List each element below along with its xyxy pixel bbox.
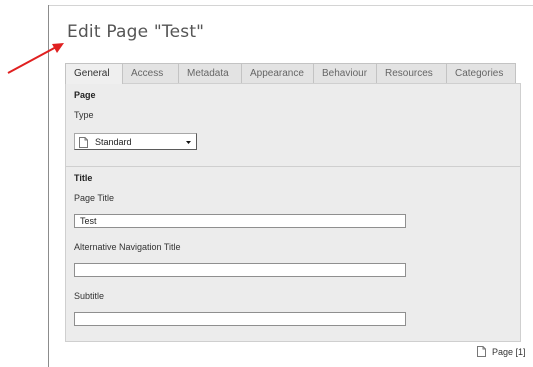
tab-bar: General Access Metadata Appearance Behav… bbox=[65, 63, 525, 84]
subtitle-label: Subtitle bbox=[74, 291, 105, 301]
page-title-label: Page Title bbox=[74, 193, 115, 203]
subtitle-input[interactable] bbox=[74, 312, 406, 326]
page-icon bbox=[79, 137, 88, 148]
page-reference-label: Page [1] bbox=[492, 347, 526, 357]
type-label: Type bbox=[74, 110, 94, 120]
page-icon bbox=[477, 346, 486, 357]
chevron-down-icon bbox=[186, 141, 191, 144]
page-type-select[interactable]: Standard bbox=[74, 133, 197, 150]
page-title-input[interactable]: Test bbox=[74, 214, 406, 228]
page-section-title: Page bbox=[74, 90, 96, 100]
page-type-value: Standard bbox=[95, 137, 132, 147]
page-title: Edit Page "Test" bbox=[67, 22, 205, 42]
alt-nav-title-label: Alternative Navigation Title bbox=[74, 242, 181, 252]
page-reference[interactable]: Page [1] bbox=[477, 346, 526, 357]
tab-metadata[interactable]: Metadata bbox=[178, 63, 242, 83]
tab-appearance[interactable]: Appearance bbox=[241, 63, 314, 83]
top-border bbox=[48, 5, 533, 6]
tab-behaviour[interactable]: Behaviour bbox=[313, 63, 377, 83]
title-section-title: Title bbox=[74, 173, 93, 183]
tab-access[interactable]: Access bbox=[122, 63, 179, 83]
alt-nav-title-input[interactable] bbox=[74, 263, 406, 277]
general-tab-panel: Page Type Standard Title Page Title Test… bbox=[65, 83, 521, 342]
tab-general[interactable]: General bbox=[65, 63, 123, 84]
tab-resources[interactable]: Resources bbox=[376, 63, 447, 83]
tab-categories[interactable]: Categories bbox=[446, 63, 516, 83]
section-divider bbox=[66, 166, 520, 167]
